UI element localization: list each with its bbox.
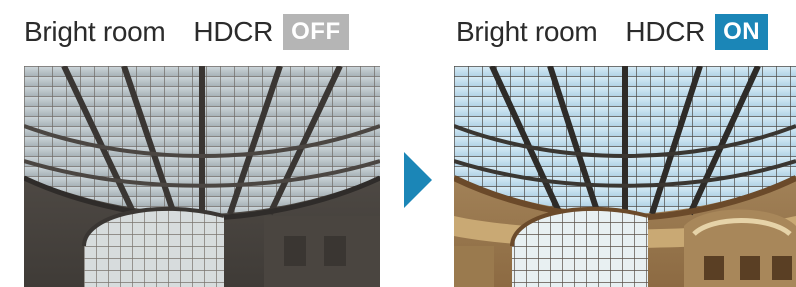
dome-photo-dim xyxy=(24,66,380,287)
hdcr-off-badge: OFF xyxy=(283,14,349,50)
before-header: Bright room HDCR OFF xyxy=(24,12,349,52)
play-triangle-icon xyxy=(404,152,432,208)
after-panel: Bright room HDCR ON xyxy=(430,0,796,287)
after-photo xyxy=(454,66,796,287)
after-header: Bright room HDCR ON xyxy=(456,12,769,52)
before-panel: Bright room HDCR OFF xyxy=(0,0,382,287)
after-hdcr-label: HDCR xyxy=(625,16,706,47)
hdcr-on-badge: ON xyxy=(715,14,769,50)
before-caption: Bright room xyxy=(24,16,166,47)
before-photo xyxy=(24,66,380,287)
after-caption: Bright room xyxy=(456,16,598,47)
before-hdcr-label: HDCR xyxy=(193,16,274,47)
dome-photo-bright xyxy=(454,66,796,287)
